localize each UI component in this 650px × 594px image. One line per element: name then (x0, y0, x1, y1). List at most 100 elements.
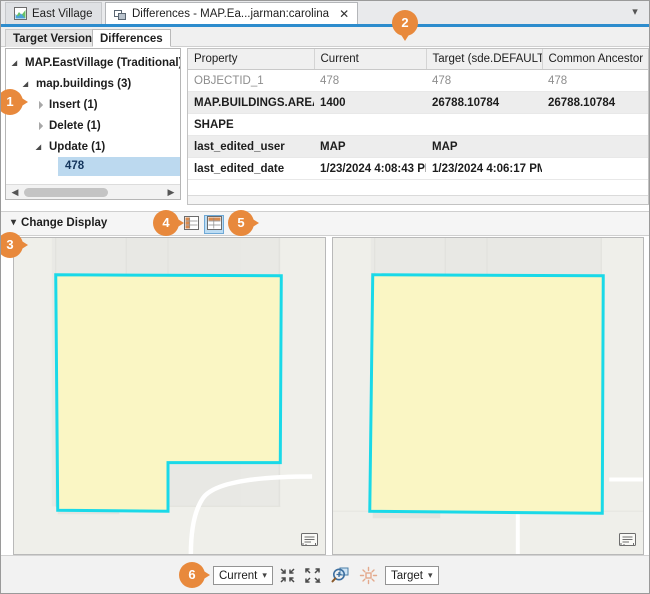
callout-badge: 4 (153, 210, 179, 236)
tree-node-label: MAP.EastVillage (Traditional) - (25, 57, 181, 69)
target-feature-geometry (370, 275, 603, 513)
chevron-down-icon: ▾ (11, 218, 16, 228)
differences-grid-panel[interactable]: Property Current Target (sde.DEFAULT) Co… (187, 48, 649, 205)
table-columns-icon (207, 216, 222, 233)
callout-5: 5 (228, 210, 258, 236)
tree-node-insert[interactable]: Insert (1) (10, 94, 180, 115)
expand-arrows-icon[interactable] (303, 566, 322, 585)
callout-badge: 1 (0, 89, 23, 115)
column-header-target[interactable]: Target (sde.DEFAULT) (426, 49, 542, 70)
cell-target: MAP (426, 136, 542, 158)
cell-ancestor: 478 (542, 70, 648, 92)
chevron-down-icon: ▾ (262, 570, 267, 581)
callout-6: 6 (179, 562, 209, 588)
cell-ancestor (542, 114, 648, 136)
scroll-left-icon[interactable]: ◀ (8, 185, 22, 199)
cell-current: 1/23/2024 4:08:43 PM (314, 158, 426, 180)
expander-closed-icon[interactable] (36, 120, 47, 131)
flash-feature-icon[interactable] (359, 566, 378, 585)
differences-window: East Village Differences - MAP.Ea...jarm… (0, 0, 650, 594)
tree-node-map-buildings[interactable]: map.buildings (3) (10, 73, 180, 94)
callout-2: 2 (392, 10, 422, 36)
tab-label: Differences - MAP.Ea...jarman:carolina (132, 8, 329, 20)
callout-badge: 6 (179, 562, 205, 588)
side-by-side-view-button[interactable] (204, 215, 224, 234)
current-map-canvas (14, 238, 325, 554)
chevron-down-icon: ▾ (428, 570, 433, 581)
tree-node-root[interactable]: MAP.EastVillage (Traditional) - (10, 52, 180, 73)
table-row[interactable]: SHAPE (188, 114, 648, 136)
zoom-to-feature-icon[interactable] (331, 566, 350, 585)
stacked-view-button[interactable] (181, 215, 201, 234)
tree-node-label: map.buildings (3) (36, 78, 131, 90)
attribution-icon[interactable] (619, 532, 636, 547)
callout-4: 4 (153, 210, 183, 236)
differences-tree-panel[interactable]: MAP.EastVillage (Traditional) - map.buil… (5, 48, 181, 200)
expander-open-icon[interactable] (23, 78, 34, 89)
tree-node-delete[interactable]: Delete (1) (10, 115, 180, 136)
chevron-down-icon[interactable]: ▾ (629, 6, 641, 18)
target-map-canvas (333, 238, 643, 554)
tree-node-update[interactable]: Update (1) (10, 136, 180, 157)
close-icon[interactable]: ✕ (339, 8, 349, 20)
cell-target: 1/23/2024 4:06:17 PM (426, 158, 542, 180)
cell-property: OBJECTID_1 (188, 70, 314, 92)
target-version-dropdown[interactable]: Target ▾ (385, 566, 439, 585)
cell-current: 1400 (314, 92, 426, 114)
differences-icon (114, 8, 127, 21)
cell-target: 478 (426, 70, 542, 92)
cell-target: 26788.10784 (426, 92, 542, 114)
cell-target (426, 114, 542, 136)
grid-bottom-edge (188, 195, 648, 204)
current-map-pane[interactable] (13, 237, 326, 555)
map-icon (14, 7, 27, 20)
scroll-right-icon[interactable]: ▶ (164, 185, 178, 199)
subtab-target-version[interactable]: Target Version (5, 29, 100, 47)
callout-badge: 2 (392, 10, 418, 36)
callout-1: 1 (0, 89, 27, 115)
table-row[interactable]: last_edited_user MAP MAP (188, 136, 648, 158)
cell-property: MAP.BUILDINGS.AREA (188, 92, 314, 114)
tree-node-label: Update (1) (49, 141, 105, 153)
tab-east-village[interactable]: East Village (5, 2, 102, 24)
tree-node-label: Insert (1) (49, 99, 98, 111)
column-header-current[interactable]: Current (314, 49, 426, 70)
attribution-icon[interactable] (301, 532, 318, 547)
collapse-arrows-icon[interactable] (278, 566, 297, 585)
tab-label: East Village (32, 8, 93, 20)
callout-badge: 3 (0, 232, 23, 258)
change-display-toggle[interactable]: ▾ Change Display (11, 217, 107, 229)
change-display-label: Change Display (21, 217, 107, 229)
table-row[interactable]: last_edited_date 1/23/2024 4:08:43 PM 1/… (188, 158, 648, 180)
scrollbar-thumb[interactable] (24, 188, 108, 197)
expander-open-icon[interactable] (12, 57, 23, 68)
table-rows-icon (184, 216, 199, 233)
cell-property: last_edited_date (188, 158, 314, 180)
tree-leaf-selected[interactable]: 478 (58, 157, 180, 176)
cell-current (314, 114, 426, 136)
tab-differences[interactable]: Differences - MAP.Ea...jarman:carolina ✕ (105, 2, 358, 25)
table-row[interactable]: OBJECTID_1 478 478 478 (188, 70, 648, 92)
cell-property: last_edited_user (188, 136, 314, 158)
callout-badge: 5 (228, 210, 254, 236)
cell-current: MAP (314, 136, 426, 158)
column-header-ancestor[interactable]: Common Ancestor (542, 49, 648, 70)
cell-ancestor: 26788.10784 (542, 92, 648, 114)
table-row[interactable]: MAP.BUILDINGS.AREA 1400 26788.10784 2678… (188, 92, 648, 114)
map-toolbar: Current ▾ (1, 555, 650, 593)
current-version-dropdown[interactable]: Current ▾ (213, 566, 273, 585)
cell-property: SHAPE (188, 114, 314, 136)
dropdown-value: Current (219, 570, 257, 582)
expander-open-icon[interactable] (36, 141, 47, 152)
sub-tab-bar: Target Version Differences (1, 27, 650, 47)
expander-closed-icon[interactable] (36, 99, 47, 110)
tab-strip: East Village Differences - MAP.Ea...jarm… (1, 1, 650, 24)
dropdown-value: Target (391, 570, 423, 582)
tree-horizontal-scrollbar[interactable]: ◀ ▶ (6, 184, 180, 199)
target-map-pane[interactable] (332, 237, 644, 555)
table-header-row: Property Current Target (sde.DEFAULT) Co… (188, 49, 648, 70)
callout-3: 3 (0, 232, 27, 258)
column-header-property[interactable]: Property (188, 49, 314, 70)
cell-current: 478 (314, 70, 426, 92)
subtab-differences[interactable]: Differences (92, 29, 171, 47)
